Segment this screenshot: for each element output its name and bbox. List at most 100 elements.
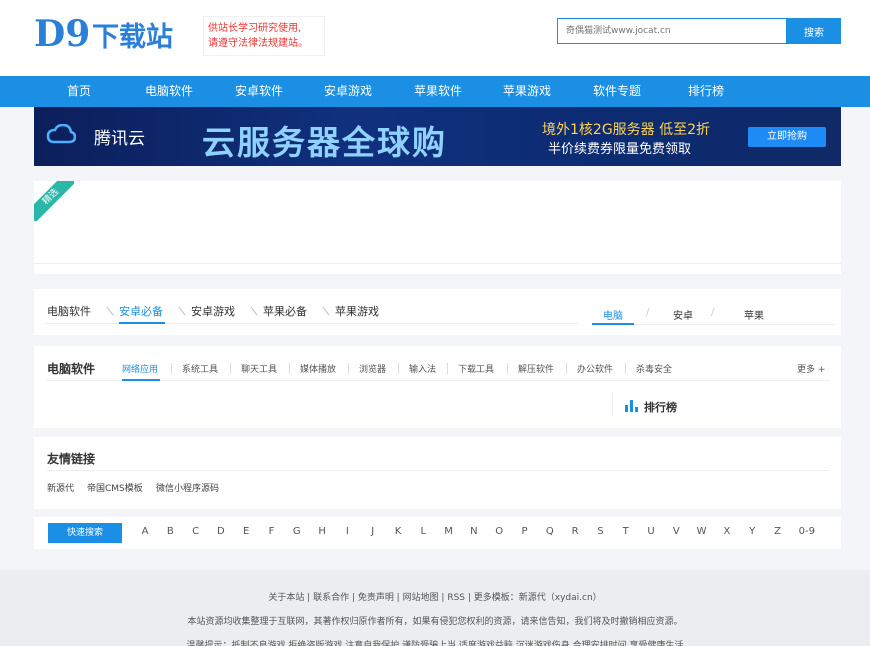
letter-link-w[interactable]: W xyxy=(695,526,709,537)
letter-link-r[interactable]: R xyxy=(568,526,582,537)
tab-apple-games[interactable]: 苹果游戏 xyxy=(335,303,379,319)
bar-chart-icon xyxy=(625,400,638,412)
footer-tips: 温馨提示：抵制不良游戏 拒绝盗版游戏 注意自我保护 谨防受骗上当 适度游戏益脑 … xyxy=(186,641,684,646)
tab-apple-essentials[interactable]: 苹果必备 xyxy=(263,303,307,319)
site-logo[interactable]: D9 下载站 xyxy=(34,12,186,56)
nav-item-android-games[interactable]: 安卓游戏 xyxy=(303,76,393,107)
cloud-icon xyxy=(46,124,76,144)
svg-text:D9: D9 xyxy=(34,13,90,55)
main-nav: 首页 电脑软件 安卓软件 安卓游戏 苹果软件 苹果游戏 软件专题 排行榜 xyxy=(0,76,870,107)
quick-search-button[interactable]: 快速搜索 xyxy=(48,523,122,543)
letter-link-z[interactable]: Z xyxy=(771,526,785,537)
banner-line-1: 境外1核2G服务器 低至2折 xyxy=(542,122,711,138)
subtab-browser[interactable]: 浏览器 xyxy=(359,362,386,375)
notice-line-1: 供站长学习研究使用, xyxy=(208,23,302,34)
search-button[interactable]: 搜索 xyxy=(787,18,841,44)
featured-ribbon: 精选 xyxy=(34,181,74,221)
letter-link-j[interactable]: J xyxy=(366,526,380,537)
tab-active-indicator xyxy=(119,322,165,324)
subtab-divider xyxy=(566,363,567,374)
header: D9 下载站 供站长学习研究使用, 请遵守法律法规建站。 搜索 xyxy=(0,0,870,76)
nav-item-pc-software[interactable]: 电脑软件 xyxy=(124,76,214,107)
letter-link-g[interactable]: G xyxy=(290,526,304,537)
letter-link-a[interactable]: A xyxy=(138,526,152,537)
letter-link-d[interactable]: D xyxy=(214,526,228,537)
nav-item-apple-software[interactable]: 苹果软件 xyxy=(393,76,483,107)
nav-item-apple-games[interactable]: 苹果游戏 xyxy=(482,76,572,107)
featured-section: 精选 xyxy=(34,181,841,274)
letter-link-l[interactable]: L xyxy=(416,526,430,537)
letter-link-e[interactable]: E xyxy=(239,526,253,537)
subtab-media[interactable]: 媒体播放 xyxy=(300,362,336,375)
letter-link-i[interactable]: I xyxy=(340,526,354,537)
footer-disclaimer: 本站资源均收集整理于互联网，其著作权归原作者所有，如果有侵犯您权利的资源，请来信… xyxy=(187,617,683,627)
nav-item-home[interactable]: 首页 xyxy=(34,76,124,107)
tab-pc-software[interactable]: 电脑软件 xyxy=(47,303,91,319)
friendly-link[interactable]: 微信小程序源码 xyxy=(156,481,219,494)
letter-link-x[interactable]: X xyxy=(720,526,734,537)
letter-link-u[interactable]: U xyxy=(644,526,658,537)
ranking-title[interactable]: 排行榜 xyxy=(644,399,677,415)
featured-divider xyxy=(34,263,841,264)
letter-link-f[interactable]: F xyxy=(265,526,279,537)
letter-link-k[interactable]: K xyxy=(391,526,405,537)
letter-link-q[interactable]: Q xyxy=(543,526,557,537)
subtab-download-tools[interactable]: 下载工具 xyxy=(458,362,494,375)
subtab-divider xyxy=(171,363,172,374)
letter-link-h[interactable]: H xyxy=(315,526,329,537)
platform-tab-apple[interactable]: 苹果 xyxy=(734,307,774,322)
subtab-divider xyxy=(625,363,626,374)
ad-banner[interactable]: 腾讯云 云服务器全球购 境外1核2G服务器 低至2折 半价续费券限量免费领取 立… xyxy=(34,107,841,166)
letter-link-0-9[interactable]: 0-9 xyxy=(796,526,818,537)
subtab-divider xyxy=(447,363,448,374)
subtab-network[interactable]: 网络应用 xyxy=(122,362,158,375)
category-tabs: 电脑软件 安卓必备 安卓游戏 苹果必备 苹果游戏 电脑 / 安卓 / 苹果 xyxy=(34,289,841,335)
subtab-divider xyxy=(289,363,290,374)
letter-link-b[interactable]: B xyxy=(163,526,177,537)
tab-android-essentials[interactable]: 安卓必备 xyxy=(119,303,163,319)
banner-headline: 云服务器全球购 xyxy=(202,123,447,162)
platform-active-indicator xyxy=(592,323,634,325)
friendly-link[interactable]: 帝国CMS模板 xyxy=(87,481,143,494)
nav-item-android-software[interactable]: 安卓软件 xyxy=(214,76,304,107)
nav-item-topics[interactable]: 软件专题 xyxy=(572,76,662,107)
letter-link-c[interactable]: C xyxy=(189,526,203,537)
alphabet-search: 快速搜索 A B C D E F G H I J K L M N O P Q R S T U V W X Y Z 0-9 xyxy=(34,517,841,549)
footer-links[interactable]: 关于本站 | 联系合作 | 免责声明 | 网站地图 | RSS | 更多模板：新… xyxy=(0,590,870,603)
letter-link-s[interactable]: S xyxy=(593,526,607,537)
subtab-input-method[interactable]: 输入法 xyxy=(409,362,436,375)
pc-software-section: 电脑软件 网络应用 系统工具 聊天工具 媒体播放 浏览器 输入法 下载工具 解压… xyxy=(34,346,841,428)
section-title: 电脑软件 xyxy=(47,362,96,376)
subtab-antivirus[interactable]: 杀毒安全 xyxy=(636,362,672,375)
letter-link-m[interactable]: M xyxy=(442,526,456,537)
links-divider xyxy=(47,470,829,471)
search-bar: 搜索 xyxy=(557,18,841,44)
search-input[interactable] xyxy=(557,18,787,44)
subtab-system-tools[interactable]: 系统工具 xyxy=(182,362,218,375)
letter-link-n[interactable]: N xyxy=(467,526,481,537)
letter-link-o[interactable]: O xyxy=(492,526,506,537)
letter-link-p[interactable]: P xyxy=(518,526,532,537)
letter-link-y[interactable]: Y xyxy=(745,526,759,537)
tab-android-games[interactable]: 安卓游戏 xyxy=(191,303,235,319)
featured-ribbon-label: 精选 xyxy=(34,181,74,221)
banner-cta-button[interactable]: 立即抢购 xyxy=(748,127,826,147)
more-link[interactable]: 更多 + xyxy=(797,362,825,375)
tab-separator xyxy=(322,306,330,316)
notice-line-2: 请遵守法律法规建站。 xyxy=(208,38,308,49)
tab-separator xyxy=(178,306,186,316)
letter-link-v[interactable]: V xyxy=(669,526,683,537)
platform-tab-pc[interactable]: 电脑 xyxy=(593,307,633,322)
friendly-link[interactable]: 新源代 xyxy=(47,481,74,494)
letter-link-t[interactable]: T xyxy=(619,526,633,537)
subtab-divider xyxy=(348,363,349,374)
platform-separator: / xyxy=(646,307,650,318)
svg-text:下载站: 下载站 xyxy=(92,22,173,53)
nav-item-ranking[interactable]: 排行榜 xyxy=(661,76,751,107)
platform-tab-android[interactable]: 安卓 xyxy=(663,307,703,322)
subtab-chat-tools[interactable]: 聊天工具 xyxy=(241,362,277,375)
subtab-office[interactable]: 办公软件 xyxy=(577,362,613,375)
tab-separator xyxy=(106,306,114,316)
subtab-unzip[interactable]: 解压软件 xyxy=(518,362,554,375)
platform-separator: / xyxy=(711,307,715,318)
